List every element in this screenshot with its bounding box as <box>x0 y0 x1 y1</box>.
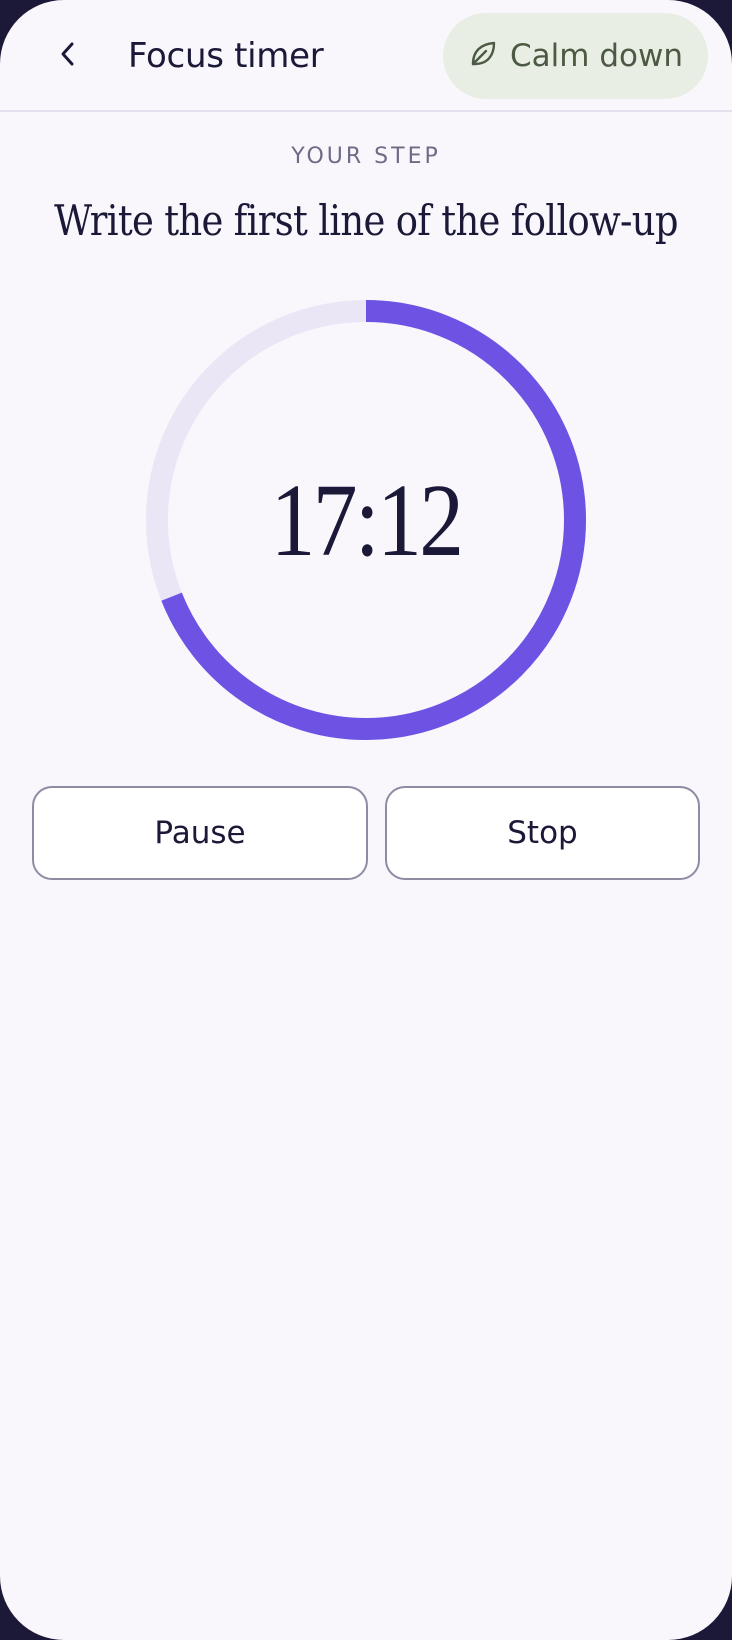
pause-button[interactable]: Pause <box>32 786 368 880</box>
header: Focus timer Calm down <box>0 0 732 112</box>
back-button[interactable] <box>44 32 92 80</box>
leaf-icon <box>468 39 498 73</box>
stop-button[interactable]: Stop <box>385 786 700 880</box>
timer-display: 17:12 <box>270 462 464 578</box>
page-title: Focus timer <box>128 36 324 76</box>
step-eyebrow: YOUR STEP <box>291 144 441 169</box>
screen: Focus timer Calm down YOUR STEP Write th… <box>0 0 732 1640</box>
calm-down-label: Calm down <box>510 38 683 74</box>
chevron-left-icon <box>56 40 80 72</box>
step-title: Write the first line of the follow-up <box>54 196 678 245</box>
calm-down-button[interactable]: Calm down <box>443 13 708 99</box>
